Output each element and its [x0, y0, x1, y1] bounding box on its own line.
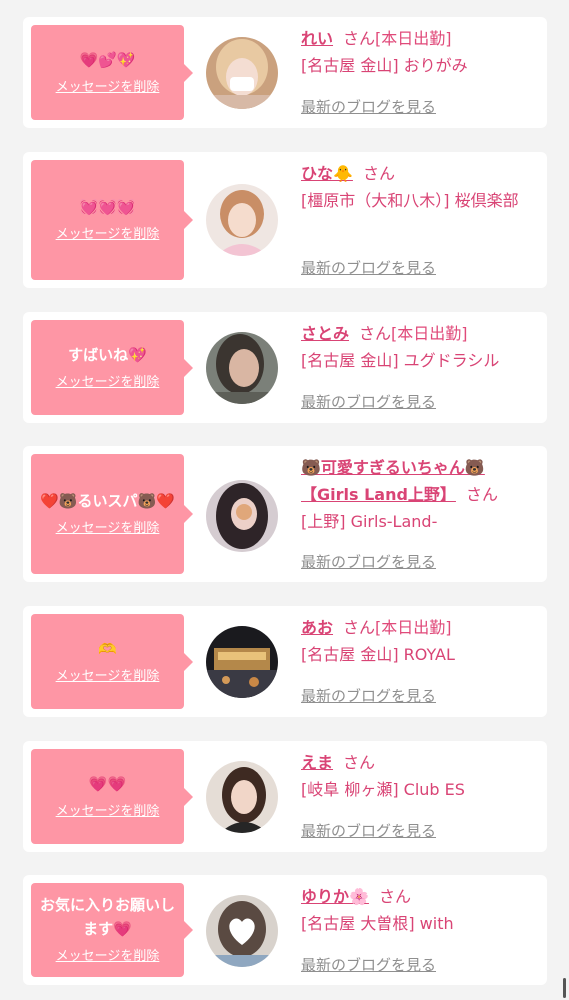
shop-info: [名古屋 大曽根] with [301, 914, 454, 933]
latest-blog-link[interactable]: 最新のブログを見る [301, 257, 436, 278]
shop-status: [本日出勤] [391, 324, 468, 343]
shop-info: [上野] Girls-Land- [301, 512, 438, 531]
avatar[interactable] [206, 626, 278, 698]
card-info: ひな🐥 さん [橿原市（大和八木）] 桜倶楽部 [301, 160, 541, 214]
latest-blog-link[interactable]: 最新のブログを見る [301, 551, 436, 572]
message-card: ❤️🐻るいスパ🐻❤️ メッセージを削除 🐻可愛すぎるいちゃん🐻【Girls La… [23, 446, 547, 582]
message-card: すばいね💖 メッセージを削除 さとみ さん[本日出勤] [名古屋 金山] ユグドラ… [23, 312, 547, 423]
delete-message-link[interactable]: メッセージを削除 [56, 225, 160, 245]
scrollbar[interactable] [563, 978, 566, 998]
message-bubble: 💗💗 メッセージを削除 [31, 749, 193, 844]
card-info: えま さん [岐阜 柳ヶ瀬] Club ES [301, 749, 541, 803]
message-bubble: お気に入りお願いします💗 メッセージを削除 [31, 883, 193, 977]
avatar[interactable] [206, 332, 278, 404]
message-text: すばいね💖 [68, 345, 147, 364]
avatar[interactable] [206, 37, 278, 109]
message-bubble: 💓💓💓 メッセージを削除 [31, 160, 193, 280]
shop-status: [本日出勤] [375, 29, 452, 48]
cast-name-link[interactable]: れい [301, 29, 333, 48]
delete-message-link[interactable]: メッセージを削除 [56, 947, 160, 967]
honorific: さん [378, 887, 411, 906]
avatar[interactable] [206, 895, 278, 967]
latest-blog-link[interactable]: 最新のブログを見る [301, 391, 436, 412]
card-info: れい さん[本日出勤] [名古屋 金山] おりがみ [301, 25, 541, 79]
shop-info: [岐阜 柳ヶ瀬] Club ES [301, 780, 465, 799]
message-text: ❤️🐻るいスパ🐻❤️ [40, 492, 175, 510]
honorific: さん [359, 324, 392, 343]
message-card: お気に入りお願いします💗 メッセージを削除 ゆりか🌸 さん [名古屋 大曽根] w… [23, 875, 547, 985]
delete-message-link[interactable]: メッセージを削除 [56, 667, 160, 687]
honorific: さん [343, 618, 376, 637]
message-text: 🫶 [98, 639, 117, 658]
message-text: 💗💕💖 [79, 50, 136, 69]
message-text: 💓💓💓 [79, 198, 136, 216]
message-card: 💓💓💓 メッセージを削除 ひな🐥 さん [橿原市（大和八木）] 桜倶楽部 最新のブ… [23, 152, 547, 288]
message-bubble: すばいね💖 メッセージを削除 [31, 320, 193, 415]
avatar[interactable] [206, 761, 278, 833]
latest-blog-link[interactable]: 最新のブログを見る [301, 820, 436, 841]
message-card: 💗💗 メッセージを削除 えま さん [岐阜 柳ヶ瀬] Club ES 最新のブログ… [23, 741, 547, 852]
latest-blog-link[interactable]: 最新のブログを見る [301, 685, 436, 706]
cast-name-link[interactable]: ゆりか🌸 [301, 887, 369, 906]
cast-name-link[interactable]: 🐻可愛すぎるいちゃん🐻【Girls Land上野】 [301, 458, 485, 504]
honorific: さん [343, 753, 376, 772]
shop-status: [本日出勤] [375, 618, 452, 637]
honorific: さん [362, 164, 395, 183]
message-bubble: ❤️🐻るいスパ🐻❤️ メッセージを削除 [31, 454, 193, 574]
message-bubble: 💗💕💖 メッセージを削除 [31, 25, 193, 120]
card-info: あお さん[本日出勤] [名古屋 金山] ROYAL [301, 614, 541, 668]
card-info: 🐻可愛すぎるいちゃん🐻【Girls Land上野】 さん [上野] Girls-L… [301, 454, 541, 535]
message-text: お気に入りお願いします💗 [39, 896, 175, 938]
message-card: 🫶 メッセージを削除 あお さん[本日出勤] [名古屋 金山] ROYAL 最新の… [23, 606, 547, 717]
card-info: さとみ さん[本日出勤] [名古屋 金山] ユグドラシル [301, 320, 541, 374]
cast-name-link[interactable]: さとみ [301, 324, 349, 343]
cast-name-link[interactable]: ひな🐥 [301, 164, 353, 183]
card-info: ゆりか🌸 さん [名古屋 大曽根] with [301, 883, 541, 937]
honorific: さん [465, 485, 498, 504]
honorific: さん [343, 29, 376, 48]
shop-info: [名古屋 金山] ユグドラシル [301, 351, 500, 370]
latest-blog-link[interactable]: 最新のブログを見る [301, 954, 436, 975]
avatar[interactable] [206, 480, 278, 552]
shop-info: [橿原市（大和八木）] 桜倶楽部 [301, 191, 519, 210]
delete-message-link[interactable]: メッセージを削除 [56, 373, 160, 393]
latest-blog-link[interactable]: 最新のブログを見る [301, 96, 436, 117]
delete-message-link[interactable]: メッセージを削除 [56, 802, 160, 822]
message-text: 💗💗 [88, 774, 127, 793]
delete-message-link[interactable]: メッセージを削除 [56, 519, 160, 539]
shop-info: [名古屋 金山] おりがみ [301, 56, 468, 75]
message-card: 💗💕💖 メッセージを削除 れい さん[本日出勤] [名古屋 金山] おりがみ 最新… [23, 17, 547, 128]
message-bubble: 🫶 メッセージを削除 [31, 614, 193, 709]
cast-name-link[interactable]: えま [301, 753, 333, 772]
avatar[interactable] [206, 184, 278, 256]
shop-info: [名古屋 金山] ROYAL [301, 645, 455, 664]
delete-message-link[interactable]: メッセージを削除 [56, 78, 160, 98]
cast-name-link[interactable]: あお [301, 618, 333, 637]
